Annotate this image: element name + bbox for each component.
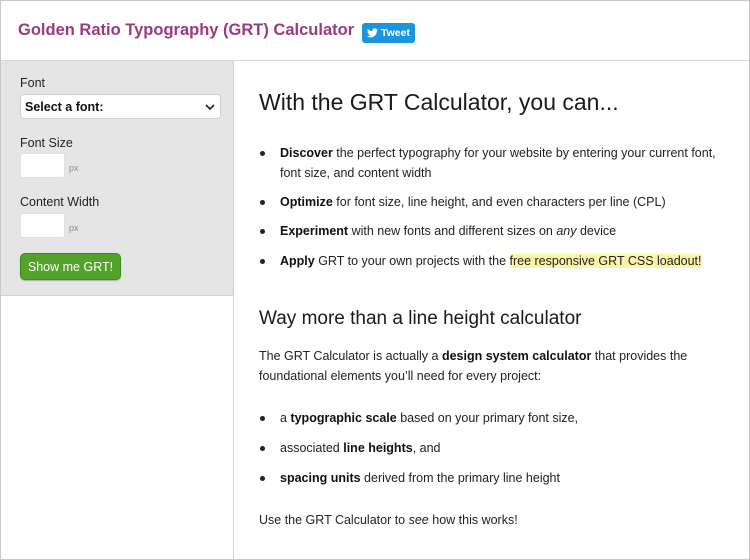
feature-strong: Experiment	[280, 224, 349, 238]
element-text: a	[280, 411, 291, 425]
element-item: a typographic scale based on your primar…	[260, 408, 720, 428]
element-item: spacing units derived from the primary l…	[260, 468, 720, 488]
element-text: associated	[280, 441, 344, 455]
page-title: With the GRT Calculator, you can...	[259, 89, 619, 115]
element-strong: spacing units	[280, 471, 361, 485]
closing-paragraph: Use the GRT Calculator to see how this w…	[259, 510, 729, 530]
tweet-label: Tweet	[381, 27, 410, 39]
closing-text: Use the GRT Calculator to	[259, 513, 409, 527]
feature-item: Experiment with new fonts and different …	[260, 221, 720, 241]
content-width-label: Content Width	[20, 195, 100, 209]
element-strong: line heights	[343, 441, 413, 455]
content-width-unit: px	[69, 223, 79, 233]
font-size-input[interactable]	[20, 153, 65, 178]
twitter-bird-icon	[367, 28, 378, 38]
feature-text: for font size, line height, and even cha…	[332, 195, 666, 209]
closing-emphasis: see	[408, 513, 429, 527]
element-item: associated line heights, and	[260, 438, 720, 458]
element-text-end: based on your primary font size,	[396, 411, 579, 425]
feature-item: Apply GRT to your own projects with the …	[260, 251, 720, 271]
feature-text: the perfect typography for your website …	[280, 146, 716, 180]
section-heading: Way more than a line height calculator	[259, 308, 582, 329]
feature-strong: Optimize	[280, 195, 333, 209]
feature-text-end: device	[576, 224, 617, 238]
font-select-value: Select a font:	[25, 99, 104, 114]
closing-text-end: how this works!	[428, 513, 518, 527]
chevron-down-icon	[205, 104, 215, 111]
feature-text: with new fonts and different sizes on	[348, 224, 557, 238]
element-strong: typographic scale	[290, 411, 397, 425]
intro-strong: design system calculator	[441, 349, 592, 363]
font-size-label: Font Size	[20, 136, 73, 150]
font-label: Font	[20, 76, 46, 90]
element-text-end: derived from the primary line height	[360, 471, 560, 485]
font-size-unit: px	[69, 163, 79, 173]
main-content: With the GRT Calculator, you can... Disc…	[234, 61, 749, 559]
calculator-sidebar: Font Select a font: Font Size px Content…	[1, 61, 234, 296]
content-width-input[interactable]	[20, 213, 65, 238]
feature-text: GRT to your own projects with the	[314, 254, 510, 268]
show-me-grt-button[interactable]: Show me GRT!	[20, 253, 121, 280]
site-title[interactable]: Golden Ratio Typography (GRT) Calculator	[18, 21, 354, 40]
font-select[interactable]: Select a font:	[20, 94, 221, 119]
css-loadout-link[interactable]: free responsive GRT CSS loadout!	[509, 254, 702, 268]
feature-item: Optimize for font size, line height, and…	[260, 192, 720, 212]
site-header: Golden Ratio Typography (GRT) Calculator…	[1, 1, 749, 61]
element-text-end: , and	[412, 441, 441, 455]
feature-emphasis: any	[556, 224, 577, 238]
intro-text: The GRT Calculator is actually a	[259, 349, 442, 363]
intro-paragraph: The GRT Calculator is actually a design …	[259, 346, 729, 386]
tweet-button[interactable]: Tweet	[362, 23, 415, 43]
feature-strong: Apply	[280, 254, 315, 268]
feature-item: Discover the perfect typography for your…	[260, 143, 720, 183]
feature-strong: Discover	[280, 146, 333, 160]
